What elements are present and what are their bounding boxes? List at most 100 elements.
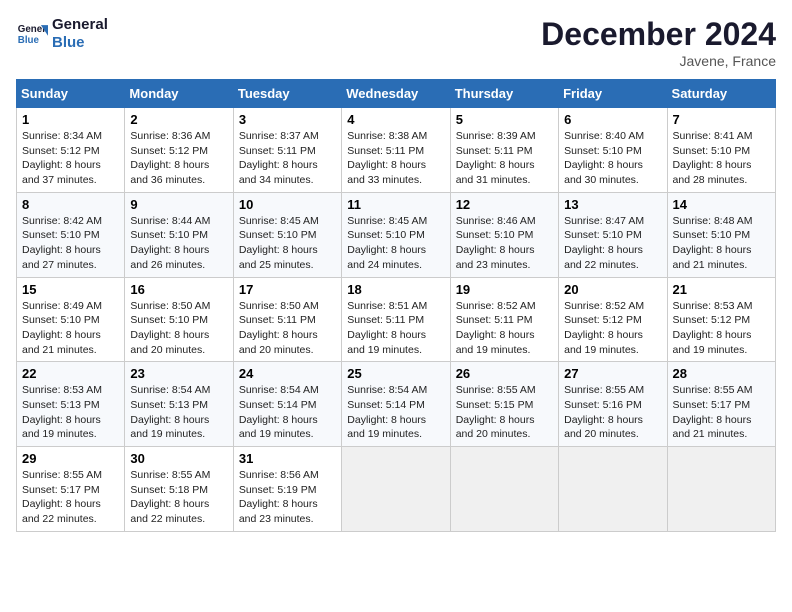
cell-info: Sunrise: 8:50 AMSunset: 5:11 PMDaylight:… — [239, 300, 319, 356]
cell-info: Sunrise: 8:53 AMSunset: 5:12 PMDaylight:… — [673, 300, 753, 356]
calendar-cell: 2 Sunrise: 8:36 AMSunset: 5:12 PMDaylight… — [125, 108, 233, 193]
cell-info: Sunrise: 8:34 AMSunset: 5:12 PMDaylight:… — [22, 130, 102, 186]
day-number: 18 — [347, 282, 444, 297]
day-number: 16 — [130, 282, 227, 297]
calendar-cell: 8Sunrise: 8:42 AMSunset: 5:10 PMDaylight… — [17, 192, 125, 277]
day-number: 3 — [239, 112, 336, 127]
cell-info: Sunrise: 8:55 AMSunset: 5:18 PMDaylight:… — [130, 469, 210, 525]
cell-info: Sunrise: 8:48 AMSunset: 5:10 PMDaylight:… — [673, 215, 753, 271]
day-number: 21 — [673, 282, 770, 297]
day-number: 1 — [22, 112, 119, 127]
cell-info: Sunrise: 8:52 AMSunset: 5:12 PMDaylight:… — [564, 300, 644, 356]
weekday-header-row: SundayMondayTuesdayWednesdayThursdayFrid… — [17, 80, 776, 108]
cell-info: Sunrise: 8:50 AMSunset: 5:10 PMDaylight:… — [130, 300, 210, 356]
day-number: 24 — [239, 366, 336, 381]
logo-line2: Blue — [52, 34, 108, 52]
cell-info: Sunrise: 8:41 AMSunset: 5:10 PMDaylight:… — [673, 130, 753, 186]
calendar-cell: 6Sunrise: 8:40 AMSunset: 5:10 PMDaylight… — [559, 108, 667, 193]
calendar-cell: 22 Sunrise: 8:53 AMSunset: 5:13 PMDayligh… — [17, 362, 125, 447]
day-number: 14 — [673, 197, 770, 212]
calendar-cell: 19 Sunrise: 8:52 AMSunset: 5:11 PMDayligh… — [450, 277, 558, 362]
logo-icon: General Blue — [16, 18, 48, 50]
calendar-cell: 18 Sunrise: 8:51 AMSunset: 5:11 PMDayligh… — [342, 277, 450, 362]
day-number: 17 — [239, 282, 336, 297]
logo: General Blue General Blue — [16, 16, 108, 52]
calendar-cell: 17 Sunrise: 8:50 AMSunset: 5:11 PMDayligh… — [233, 277, 341, 362]
calendar-cell: 21 Sunrise: 8:53 AMSunset: 5:12 PMDayligh… — [667, 277, 775, 362]
cell-info: Sunrise: 8:40 AMSunset: 5:10 PMDaylight:… — [564, 130, 644, 186]
cell-info: Sunrise: 8:36 AMSunset: 5:12 PMDaylight:… — [130, 130, 210, 186]
calendar-cell: 23 Sunrise: 8:54 AMSunset: 5:13 PMDayligh… — [125, 362, 233, 447]
calendar-row: 1 Sunrise: 8:34 AMSunset: 5:12 PMDaylight… — [17, 108, 776, 193]
weekday-header-cell: Wednesday — [342, 80, 450, 108]
day-number: 28 — [673, 366, 770, 381]
cell-info: Sunrise: 8:44 AMSunset: 5:10 PMDaylight:… — [130, 215, 210, 271]
calendar-cell: 12 Sunrise: 8:46 AMSunset: 5:10 PMDayligh… — [450, 192, 558, 277]
location: Javene, France — [541, 53, 776, 69]
calendar-row: 22 Sunrise: 8:53 AMSunset: 5:13 PMDayligh… — [17, 362, 776, 447]
day-number: 2 — [130, 112, 227, 127]
cell-info: Sunrise: 8:51 AMSunset: 5:11 PMDaylight:… — [347, 300, 427, 356]
calendar-cell: 31 Sunrise: 8:56 AMSunset: 5:19 PMDayligh… — [233, 447, 341, 532]
calendar-cell: 11 Sunrise: 8:45 AMSunset: 5:10 PMDayligh… — [342, 192, 450, 277]
cell-info: Sunrise: 8:52 AMSunset: 5:11 PMDaylight:… — [456, 300, 536, 356]
cell-info: Sunrise: 8:54 AMSunset: 5:14 PMDaylight:… — [239, 384, 319, 440]
calendar-cell: 14 Sunrise: 8:48 AMSunset: 5:10 PMDayligh… — [667, 192, 775, 277]
day-number: 19 — [456, 282, 553, 297]
day-number: 11 — [347, 197, 444, 212]
day-number: 9 — [130, 197, 227, 212]
cell-info: Sunrise: 8:47 AMSunset: 5:10 PMDaylight:… — [564, 215, 644, 271]
day-number: 29 — [22, 451, 119, 466]
cell-info: Sunrise: 8:42 AMSunset: 5:10 PMDaylight:… — [22, 215, 102, 271]
day-number: 12 — [456, 197, 553, 212]
weekday-header-cell: Tuesday — [233, 80, 341, 108]
day-number: 10 — [239, 197, 336, 212]
day-number: 25 — [347, 366, 444, 381]
calendar-cell: 5Sunrise: 8:39 AMSunset: 5:11 PMDaylight… — [450, 108, 558, 193]
calendar-row: 29Sunrise: 8:55 AMSunset: 5:17 PMDayligh… — [17, 447, 776, 532]
cell-info: Sunrise: 8:53 AMSunset: 5:13 PMDaylight:… — [22, 384, 102, 440]
svg-text:Blue: Blue — [18, 35, 40, 46]
day-number: 30 — [130, 451, 227, 466]
cell-info: Sunrise: 8:55 AMSunset: 5:16 PMDaylight:… — [564, 384, 644, 440]
calendar-cell: 30 Sunrise: 8:55 AMSunset: 5:18 PMDayligh… — [125, 447, 233, 532]
day-number: 26 — [456, 366, 553, 381]
weekday-header-cell: Monday — [125, 80, 233, 108]
logo-line1: General — [52, 16, 108, 34]
calendar-row: 15Sunrise: 8:49 AMSunset: 5:10 PMDayligh… — [17, 277, 776, 362]
cell-info: Sunrise: 8:54 AMSunset: 5:14 PMDaylight:… — [347, 384, 427, 440]
title-area: December 2024 Javene, France — [541, 16, 776, 69]
cell-info: Sunrise: 8:54 AMSunset: 5:13 PMDaylight:… — [130, 384, 210, 440]
calendar-cell — [342, 447, 450, 532]
day-number: 31 — [239, 451, 336, 466]
day-number: 22 — [22, 366, 119, 381]
cell-info: Sunrise: 8:39 AMSunset: 5:11 PMDaylight:… — [456, 130, 536, 186]
calendar-cell: 4Sunrise: 8:38 AMSunset: 5:11 PMDaylight… — [342, 108, 450, 193]
calendar-table: SundayMondayTuesdayWednesdayThursdayFrid… — [16, 79, 776, 532]
calendar-cell: 29Sunrise: 8:55 AMSunset: 5:17 PMDayligh… — [17, 447, 125, 532]
weekday-header-cell: Sunday — [17, 80, 125, 108]
calendar-cell: 13Sunrise: 8:47 AMSunset: 5:10 PMDayligh… — [559, 192, 667, 277]
calendar-row: 8Sunrise: 8:42 AMSunset: 5:10 PMDaylight… — [17, 192, 776, 277]
cell-info: Sunrise: 8:45 AMSunset: 5:10 PMDaylight:… — [239, 215, 319, 271]
cell-info: Sunrise: 8:46 AMSunset: 5:10 PMDaylight:… — [456, 215, 536, 271]
calendar-cell: 28 Sunrise: 8:55 AMSunset: 5:17 PMDayligh… — [667, 362, 775, 447]
calendar-cell: 1 Sunrise: 8:34 AMSunset: 5:12 PMDaylight… — [17, 108, 125, 193]
cell-info: Sunrise: 8:56 AMSunset: 5:19 PMDaylight:… — [239, 469, 319, 525]
calendar-body: 1 Sunrise: 8:34 AMSunset: 5:12 PMDaylight… — [17, 108, 776, 532]
calendar-cell: 15Sunrise: 8:49 AMSunset: 5:10 PMDayligh… — [17, 277, 125, 362]
calendar-cell — [667, 447, 775, 532]
cell-info: Sunrise: 8:55 AMSunset: 5:17 PMDaylight:… — [673, 384, 753, 440]
calendar-cell: 24 Sunrise: 8:54 AMSunset: 5:14 PMDayligh… — [233, 362, 341, 447]
weekday-header-cell: Thursday — [450, 80, 558, 108]
cell-info: Sunrise: 8:49 AMSunset: 5:10 PMDaylight:… — [22, 300, 102, 356]
calendar-cell: 27Sunrise: 8:55 AMSunset: 5:16 PMDayligh… — [559, 362, 667, 447]
calendar-cell: 20Sunrise: 8:52 AMSunset: 5:12 PMDayligh… — [559, 277, 667, 362]
calendar-cell — [450, 447, 558, 532]
calendar-cell: 10 Sunrise: 8:45 AMSunset: 5:10 PMDayligh… — [233, 192, 341, 277]
day-number: 7 — [673, 112, 770, 127]
cell-info: Sunrise: 8:55 AMSunset: 5:15 PMDaylight:… — [456, 384, 536, 440]
cell-info: Sunrise: 8:38 AMSunset: 5:11 PMDaylight:… — [347, 130, 427, 186]
day-number: 23 — [130, 366, 227, 381]
cell-info: Sunrise: 8:45 AMSunset: 5:10 PMDaylight:… — [347, 215, 427, 271]
